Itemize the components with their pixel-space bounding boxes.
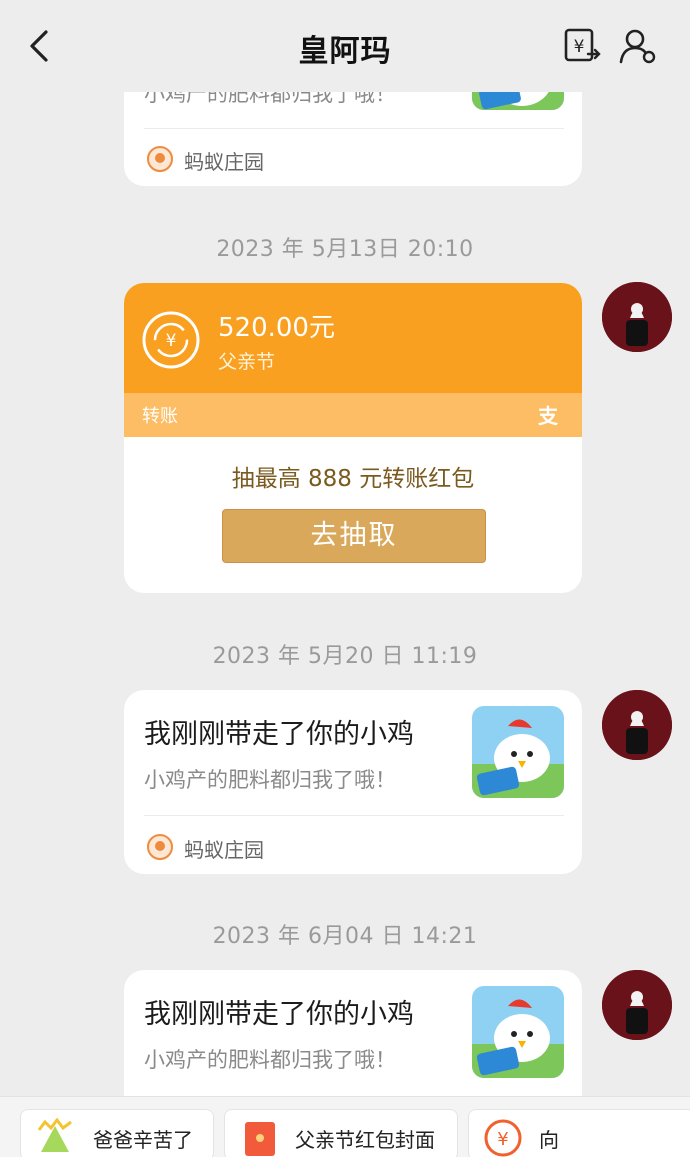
alipay-logo-icon: 支	[538, 404, 558, 428]
quick-chip-label: 爸爸辛苦了	[93, 1128, 193, 1152]
ant-farm-icon	[147, 146, 173, 172]
quick-chip-label: 父亲节红包封面	[295, 1128, 435, 1152]
quick-chip[interactable]: 爸爸辛苦了	[20, 1109, 214, 1157]
transfer-note: 父亲节	[218, 351, 276, 373]
farm-message-title: 我刚刚带走了你的小鸡	[144, 999, 414, 1030]
timestamp: 2023 年 6月04 日 14:21	[212, 924, 478, 949]
quick-action-bar: 爸爸辛苦了 父亲节红包封面 ¥ 向	[0, 1096, 690, 1157]
divider	[144, 815, 564, 816]
red-envelope-icon	[245, 1122, 275, 1156]
gift-crown-icon	[37, 1118, 72, 1152]
farm-message-title: 我刚刚带走了你的小鸡	[144, 719, 414, 750]
yen-transfer-icon[interactable]: ¥	[562, 26, 602, 66]
chick-thumbnail	[472, 986, 564, 1078]
chat-area: 小鸡产的肥料都归我了哦！ 蚂蚁庄园 2023 年 5月13日 20:10 ¥ 5…	[0, 0, 690, 1156]
transfer-strip	[124, 393, 582, 437]
transfer-amount: 520.00元	[218, 313, 335, 343]
farm-message-card[interactable]: 我刚刚带走了你的小鸡 小鸡产的肥料都归我了哦！ 蚂蚁庄园	[124, 690, 582, 874]
ant-farm-icon	[147, 834, 173, 860]
divider	[144, 128, 564, 129]
person-settings-icon[interactable]	[618, 26, 658, 66]
chat-header: 皇阿玛 ¥	[0, 0, 690, 92]
quick-chip[interactable]: ¥ 向	[468, 1109, 690, 1157]
avatar[interactable]	[602, 690, 672, 760]
timestamp: 2023 年 5月20 日 11:19	[212, 644, 478, 669]
farm-message-subtitle: 小鸡产的肥料都归我了哦！	[144, 1048, 396, 1072]
source-label: 蚂蚁庄园	[184, 150, 264, 174]
chick-thumbnail	[472, 706, 564, 798]
farm-message-subtitle: 小鸡产的肥料都归我了哦！	[144, 768, 396, 792]
source-label: 蚂蚁庄园	[184, 838, 264, 862]
svg-text:¥: ¥	[166, 331, 177, 351]
svg-text:¥: ¥	[574, 37, 585, 57]
promo-text: 抽最高 888 元转账红包	[231, 466, 475, 492]
yen-transfer-icon: ¥	[142, 311, 200, 369]
quick-chip[interactable]: 父亲节红包封面	[224, 1109, 458, 1157]
avatar[interactable]	[602, 282, 672, 352]
transfer-message-card[interactable]: ¥ 520.00元 父亲节 转账 支 抽最高 888 元转账红包 去抽取	[124, 283, 582, 593]
timestamp: 2023 年 5月13日 20:10	[216, 237, 474, 262]
svg-text:¥: ¥	[497, 1129, 508, 1150]
draw-button[interactable]: 去抽取	[222, 509, 486, 563]
transfer-label: 转账	[142, 406, 178, 427]
avatar[interactable]	[602, 970, 672, 1040]
yen-transfer-icon: ¥	[484, 1119, 522, 1157]
quick-chip-label: 向	[539, 1128, 559, 1152]
